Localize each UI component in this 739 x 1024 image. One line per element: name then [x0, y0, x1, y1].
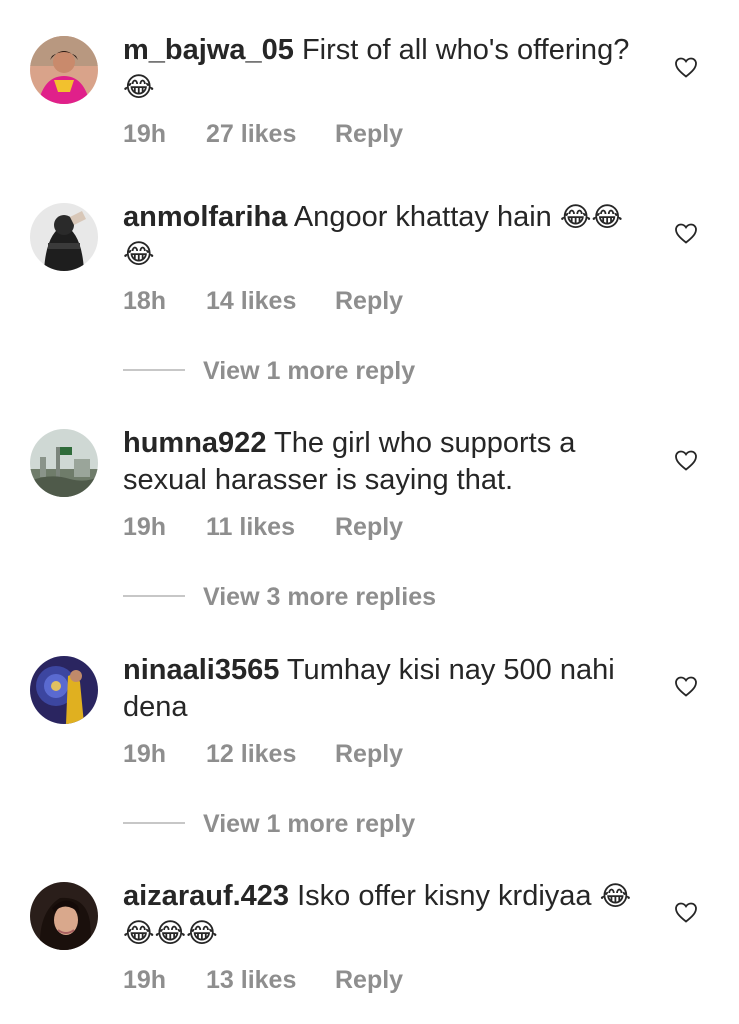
- avatar[interactable]: [30, 656, 98, 724]
- comment-username[interactable]: ninaali3565: [123, 654, 279, 686]
- view-more-label[interactable]: View 1 more reply: [203, 810, 415, 838]
- heart-outline-icon[interactable]: [674, 901, 698, 923]
- reply-button[interactable]: Reply: [335, 120, 403, 149]
- reply-button[interactable]: Reply: [335, 287, 403, 316]
- heart-outline-icon[interactable]: [674, 222, 698, 244]
- divider-line: [123, 369, 185, 372]
- comment-time: 18h: [123, 287, 167, 315]
- comment-username[interactable]: humna922: [123, 427, 266, 459]
- comment-likes[interactable]: 11 likes: [206, 513, 295, 542]
- comment-text: ninaali3565 Tumhay kisi nay 500 nahi den…: [123, 652, 643, 726]
- reply-button[interactable]: Reply: [335, 740, 403, 769]
- comment-likes[interactable]: 27 likes: [206, 120, 296, 149]
- reply-button[interactable]: Reply: [335, 966, 403, 995]
- divider-line: [123, 595, 185, 598]
- comment-likes[interactable]: 14 likes: [206, 287, 296, 316]
- comment-text: humna922 The girl who supports a sexual …: [123, 425, 643, 499]
- view-more-replies[interactable]: View 1 more reply: [123, 357, 415, 386]
- comment-time: 19h: [123, 513, 167, 541]
- comment-time: 19h: [123, 966, 167, 994]
- comment-likes[interactable]: 13 likes: [206, 966, 296, 995]
- heart-outline-icon[interactable]: [674, 449, 698, 471]
- avatar[interactable]: [30, 203, 98, 271]
- comment-username[interactable]: m_bajwa_05: [123, 34, 294, 66]
- comment-body: Isko offer kisny krdiyaa: [297, 880, 592, 912]
- heart-outline-icon[interactable]: [674, 675, 698, 697]
- comment-time: 19h: [123, 740, 167, 768]
- avatar[interactable]: [30, 882, 98, 950]
- comment-likes[interactable]: 12 likes: [206, 740, 296, 769]
- avatar[interactable]: [30, 429, 98, 497]
- comment-body: First of all who's offering?: [301, 34, 630, 66]
- comment-username[interactable]: anmolfariha: [123, 201, 287, 233]
- heart-outline-icon[interactable]: [674, 56, 698, 78]
- view-more-label[interactable]: View 3 more replies: [203, 583, 436, 611]
- emoji: 😂: [123, 72, 155, 103]
- comment-text: anmolfariha Angoor khattay hain 😂😂😂: [123, 199, 643, 273]
- divider-line: [123, 822, 185, 825]
- reply-button[interactable]: Reply: [335, 513, 403, 542]
- comment-time: 19h: [123, 120, 167, 148]
- comment-username[interactable]: aizarauf.423: [123, 880, 289, 912]
- view-more-replies[interactable]: View 3 more replies: [123, 583, 436, 612]
- view-more-label[interactable]: View 1 more reply: [203, 357, 415, 385]
- avatar[interactable]: [30, 36, 98, 104]
- comment-text: m_bajwa_05 First of all who's offering? 😂: [123, 32, 643, 106]
- view-more-replies[interactable]: View 1 more reply: [123, 810, 415, 839]
- comment-body: Angoor khattay hain: [293, 201, 552, 233]
- comment-text: aizarauf.423 Isko offer kisny krdiyaa 😂😂…: [123, 878, 643, 952]
